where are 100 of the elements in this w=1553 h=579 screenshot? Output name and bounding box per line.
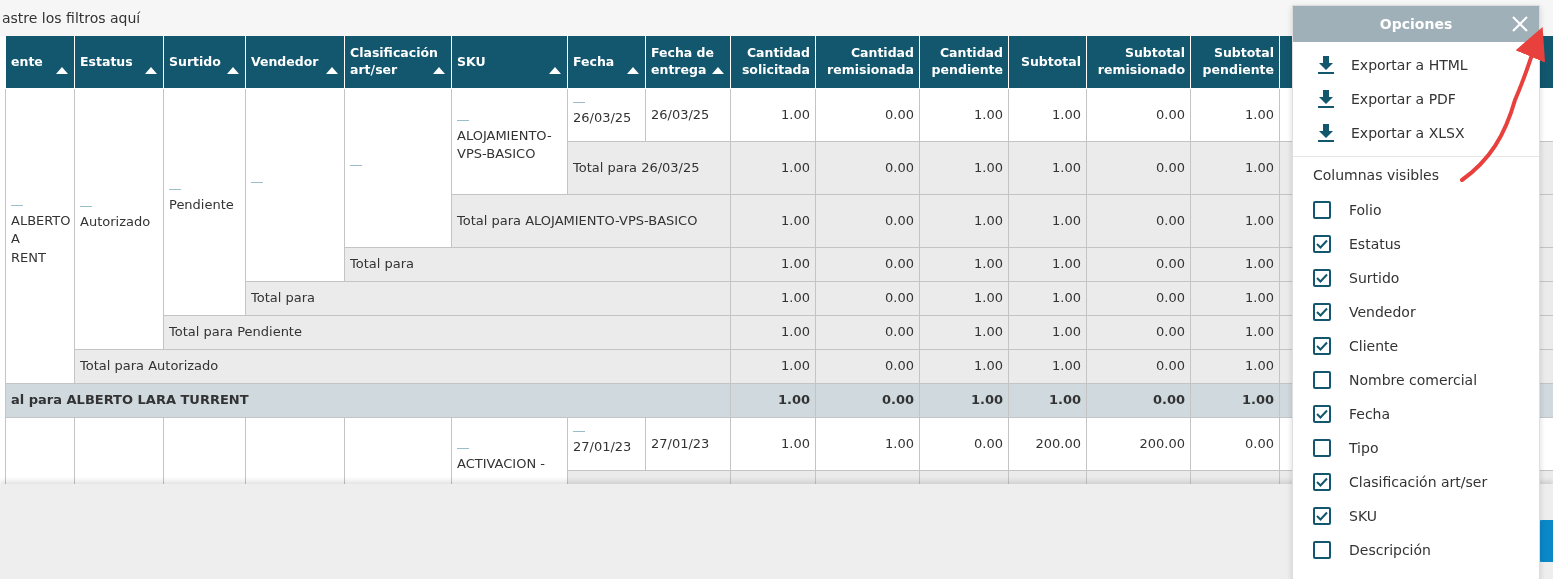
column-header[interactable]: Clasificación art/ser <box>344 36 452 89</box>
total-cell: 1.00 <box>1190 194 1280 248</box>
column-header: Cantidad pendiente <box>919 36 1009 89</box>
table-cell: ACTIVACION - <box>451 417 568 484</box>
download-icon <box>1317 55 1335 75</box>
table-cell: 1.00 <box>815 417 920 471</box>
column-checkbox-item[interactable]: Fecha <box>1313 397 1539 431</box>
grand-total-cell: 1.00 <box>730 383 816 418</box>
column-checkbox-item[interactable]: Vendedor <box>1313 295 1539 329</box>
table-cell: 27/01/23 <box>567 417 646 471</box>
grand-total-cell: 0.00 <box>1086 383 1191 418</box>
checkbox[interactable] <box>1313 371 1331 389</box>
checkbox[interactable] <box>1313 337 1331 355</box>
total-cell: 1.00 <box>1190 247 1280 282</box>
column-header[interactable]: Surtido <box>163 36 246 89</box>
download-icon <box>1317 123 1335 143</box>
total-cell: 1.00 <box>1008 194 1087 248</box>
grand-total-cell: 1.00 <box>919 383 1009 418</box>
grand-total-cell: 0.00 <box>815 383 920 418</box>
table-cell: 200.00 <box>1086 417 1191 471</box>
checkbox[interactable] <box>1313 201 1331 219</box>
total-cell: 1.00 <box>1008 315 1087 350</box>
total-cell: 1.00 <box>1190 141 1280 195</box>
column-checkbox-item[interactable]: Surtido <box>1313 261 1539 295</box>
checkbox[interactable] <box>1313 303 1331 321</box>
column-checkbox-item[interactable]: SKU <box>1313 499 1539 533</box>
total-cell: 1.00 <box>730 349 816 384</box>
grand-total-cell: 1.00 <box>1190 383 1280 418</box>
column-header[interactable]: Estatus <box>74 36 164 89</box>
grand-total-cell: al para ALBERTO LARA TURRENT <box>5 383 731 418</box>
total-cell: 0.00 <box>815 247 920 282</box>
table-cell: 1.00 <box>919 88 1009 142</box>
total-cell: Total para <box>245 281 731 316</box>
total-cell: Total para Autorizado <box>74 349 731 384</box>
table-cell: 0.00 <box>1086 88 1191 142</box>
table-cell: 0.00 <box>919 417 1009 471</box>
total-cell: 1.00 <box>919 281 1009 316</box>
section-heading: Columnas visibles <box>1313 167 1440 185</box>
filter-drop-hint: astre los filtros aquí <box>1 10 141 26</box>
table-cell: Pendiente <box>163 88 246 316</box>
total-cell: 1.00 <box>919 349 1009 384</box>
total-cell: 1.00 <box>1008 281 1087 316</box>
column-header: Subtotal remisionado <box>1086 36 1191 89</box>
column-header[interactable]: Fecha <box>567 36 646 89</box>
total-cell: 0.00 <box>1086 141 1191 195</box>
table-cell: 1.00 <box>1190 88 1280 142</box>
total-cell: 1.00 <box>730 315 816 350</box>
export-option[interactable]: Exportar a PDF <box>1293 82 1539 116</box>
total-cell: Total para Pendiente <box>163 315 731 350</box>
column-header[interactable]: Fecha de entrega <box>645 36 731 89</box>
total-cell: Total para <box>344 247 731 282</box>
total-cell: 0.00 <box>1086 194 1191 248</box>
column-checkbox-item[interactable]: Descripción <box>1313 533 1539 567</box>
checkbox[interactable] <box>1313 541 1331 559</box>
column-header[interactable]: SKU <box>451 36 568 89</box>
table-cell: Autorizado <box>74 88 164 350</box>
table-cell: 26/03/25 <box>645 88 731 142</box>
total-cell: 0.00 <box>815 194 920 248</box>
grand-total-cell: 1.00 <box>1008 383 1087 418</box>
total-cell: 1.00 <box>919 141 1009 195</box>
column-header[interactable]: ente <box>5 36 75 89</box>
total-cell: 1.00 <box>730 194 816 248</box>
table-cell: ALOJAMIENTO-VPS-BASICO <box>451 88 568 195</box>
table-cell: ALBERTO A RENT <box>5 88 75 384</box>
column-checkbox-item[interactable]: Cliente <box>1313 329 1539 363</box>
checkbox[interactable] <box>1313 405 1331 423</box>
total-cell: 1.00 <box>919 315 1009 350</box>
column-checkbox-item[interactable]: Clasificación art/ser <box>1313 465 1539 499</box>
total-cell: 1.00 <box>1190 315 1280 350</box>
export-option[interactable]: Exportar a XLSX <box>1293 116 1539 150</box>
table-cell: 1.00 <box>730 417 816 471</box>
checkbox[interactable] <box>1313 473 1331 491</box>
checkbox[interactable] <box>1313 235 1331 253</box>
total-cell: 1.00 <box>1008 247 1087 282</box>
total-cell: 1.00 <box>919 247 1009 282</box>
table-cell: 1.00 <box>730 88 816 142</box>
checkbox[interactable] <box>1313 507 1331 525</box>
total-cell: Total para ALOJAMIENTO-VPS-BASICO <box>451 194 731 248</box>
total-cell: 0.00 <box>1086 281 1191 316</box>
total-cell: 0.00 <box>1086 349 1191 384</box>
column-header: Cantidad solicitada <box>730 36 816 89</box>
table-cell: 27/01/23 <box>645 417 731 471</box>
column-header[interactable]: Vendedor <box>245 36 345 89</box>
checkbox[interactable] <box>1313 439 1331 457</box>
table-cell: 1.00 <box>1008 88 1087 142</box>
total-cell: 0.00 <box>1086 315 1191 350</box>
total-cell: 1.00 <box>730 281 816 316</box>
table-cell: 26/03/25 <box>567 88 646 142</box>
total-cell: 1.00 <box>1008 349 1087 384</box>
checkbox[interactable] <box>1313 269 1331 287</box>
column-header: Cantidad remisionada <box>815 36 920 89</box>
total-cell: 1.00 <box>730 141 816 195</box>
column-checkbox-item[interactable]: Estatus <box>1313 227 1539 261</box>
total-cell: 0.00 <box>815 349 920 384</box>
table-cell: 0.00 <box>815 88 920 142</box>
total-cell: 0.00 <box>1086 247 1191 282</box>
column-checkbox-item[interactable]: Nombre comercial <box>1313 363 1539 397</box>
table-cell: 0.00 <box>1190 417 1280 471</box>
total-cell: 1.00 <box>1190 349 1280 384</box>
download-icon <box>1317 89 1335 109</box>
